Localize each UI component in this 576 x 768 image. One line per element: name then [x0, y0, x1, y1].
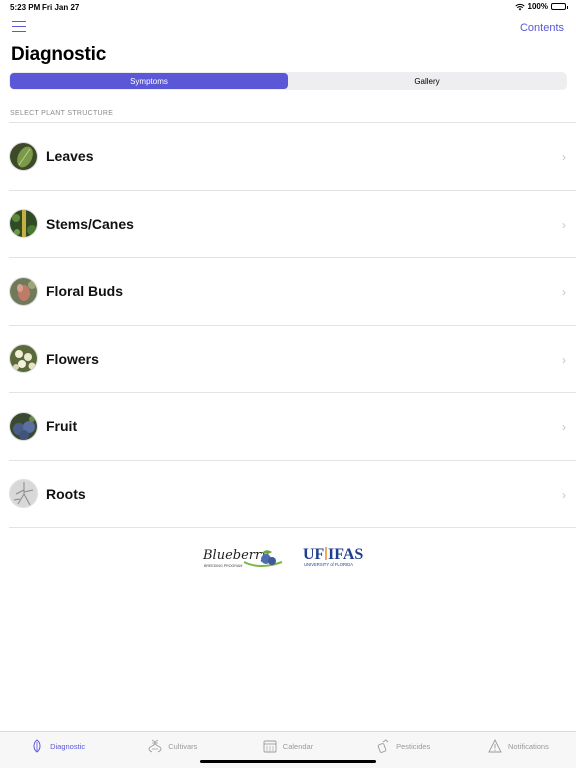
list-item-flowers[interactable]: Flowers ›: [9, 326, 576, 393]
section-header: SELECT PLANT STRUCTURE: [10, 110, 114, 117]
battery-icon: [551, 3, 568, 10]
segment-symptoms[interactable]: Symptoms: [10, 73, 288, 89]
status-date: Fri Jan 27: [42, 3, 80, 12]
svg-text:IFAS: IFAS: [328, 546, 363, 563]
status-bar: 5:23 PM Fri Jan 27 100%: [0, 0, 576, 14]
contents-button[interactable]: Contents: [520, 22, 564, 34]
svg-text:UF: UF: [303, 546, 325, 563]
uf-ifas-logo: UF IFAS UNIVERSITY of FLORIDA: [303, 546, 363, 567]
list-item-label: Leaves: [46, 148, 94, 165]
tab-diagnostic[interactable]: Diagnostic: [0, 724, 115, 768]
calendar-icon: [263, 740, 277, 753]
tab-label: Cultivars: [168, 741, 198, 751]
wifi-icon: [514, 3, 525, 10]
chevron-right-icon: ›: [562, 420, 566, 434]
tab-label: Notifications: [507, 741, 549, 751]
list-item-label: Flowers: [46, 350, 99, 367]
battery-percent: 100%: [527, 2, 548, 11]
warning-icon: [488, 739, 502, 753]
fruit-thumbnail: [9, 411, 38, 441]
tab-notifications[interactable]: Notifications: [461, 724, 576, 768]
chevron-right-icon: ›: [562, 217, 566, 232]
flowers-thumbnail: [9, 344, 38, 374]
chevron-right-icon: ›: [562, 487, 566, 502]
floral-buds-thumbnail: [9, 276, 38, 306]
svg-text:Blueberry: Blueberry: [202, 548, 269, 563]
svg-text:BREEDING PROGRAM: BREEDING PROGRAM: [204, 564, 242, 568]
plant-structure-list: Leaves › Stems/Canes › Floral Buds › Flo…: [9, 122, 576, 528]
footer-logos: Blueberry BREEDING PROGRAM UF IFAS UNIVE…: [0, 540, 576, 572]
list-item-fruit[interactable]: Fruit ›: [9, 393, 576, 461]
list-item-stems-canes[interactable]: Stems/Canes ›: [9, 191, 576, 258]
list-item-floral-buds[interactable]: Floral Buds ›: [9, 258, 576, 326]
menu-icon[interactable]: [12, 21, 26, 33]
chevron-right-icon: ›: [562, 285, 566, 299]
chevron-right-icon: ›: [562, 352, 566, 367]
blueberry-breeding-logo: Blueberry BREEDING PROGRAM: [202, 548, 283, 568]
stems-canes-thumbnail: [9, 209, 38, 239]
list-item-label: Fruit: [46, 418, 78, 435]
list-item-leaves[interactable]: Leaves ›: [9, 123, 576, 191]
status-right: 100%: [514, 2, 568, 11]
leaf-icon: [33, 739, 41, 753]
list-item-label: Stems/Canes: [46, 215, 134, 232]
roots-thumbnail: [9, 479, 38, 509]
page-title: Diagnostic: [11, 44, 107, 65]
list-item-label: Roots: [46, 485, 86, 502]
navigation-bar: Contents: [0, 14, 576, 42]
segment-gallery[interactable]: Gallery: [288, 73, 566, 89]
svg-text:UNIVERSITY of FLORIDA: UNIVERSITY of FLORIDA: [304, 562, 353, 567]
list-item-roots[interactable]: Roots ›: [9, 461, 576, 528]
chevron-right-icon: ›: [562, 150, 566, 164]
tab-label: Calendar: [282, 741, 314, 751]
home-indicator: [200, 760, 376, 763]
status-time: 5:23 PM: [10, 3, 41, 12]
segmented-control: Symptoms Gallery: [9, 72, 567, 90]
tab-label: Diagnostic: [50, 741, 86, 751]
list-item-label: Floral Buds: [46, 283, 124, 300]
leaves-thumbnail: [9, 141, 38, 171]
dna-icon: [148, 739, 162, 753]
spray-icon: [377, 739, 389, 753]
tab-label: Pesticides: [396, 741, 431, 751]
